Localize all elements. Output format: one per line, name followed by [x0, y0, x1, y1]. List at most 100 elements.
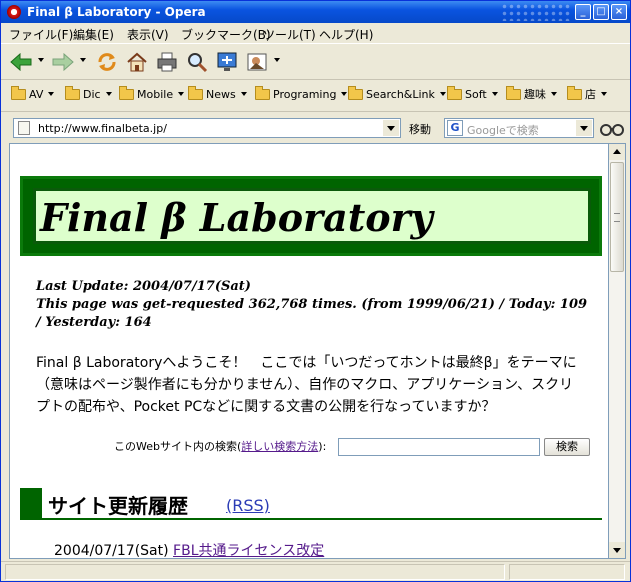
- browser-window: Final β Laboratory - Opera _ □ × ファイル(F)…: [0, 0, 631, 582]
- go-button[interactable]: 移動: [409, 121, 431, 137]
- bookmark-folder-news[interactable]: News: [188, 85, 247, 102]
- image-dropdown-icon[interactable]: [274, 58, 280, 62]
- access-counter: This page was get-requested 362,768 time…: [36, 297, 588, 330]
- back-dropdown-icon[interactable]: [38, 58, 44, 62]
- bookmark-folder-programing[interactable]: Programing: [255, 85, 348, 102]
- site-banner: Final β Laboratory: [20, 176, 602, 256]
- dropdown-icon: [601, 92, 607, 96]
- minimize-button[interactable]: _: [575, 4, 591, 20]
- dropdown-icon: [48, 92, 55, 96]
- folder-icon: [188, 85, 203, 100]
- folder-icon: [65, 85, 80, 100]
- banner-title: Final β Laboratory: [40, 195, 433, 240]
- folder-icon: [447, 85, 462, 100]
- bookmark-folder-mobile[interactable]: Mobile: [119, 85, 185, 102]
- bookmark-label: Soft: [465, 87, 487, 101]
- search-placeholder: Googleで検索: [467, 124, 539, 137]
- bookmark-folder-searchlink[interactable]: Search&Link: [348, 85, 446, 102]
- bookmark-label: Search&Link: [366, 87, 435, 101]
- menu-edit[interactable]: 編集(E): [73, 26, 114, 43]
- bookmark-label: 趣味: [524, 88, 546, 101]
- bookmark-label: 店: [585, 88, 596, 101]
- page-icon: [18, 121, 30, 135]
- bookmark-label: Programing: [273, 87, 337, 101]
- dropdown-icon: [105, 92, 112, 96]
- bookmark-label: AV: [29, 87, 44, 101]
- site-search-button[interactable]: 検索: [544, 438, 590, 456]
- reload-icon[interactable]: [95, 50, 119, 74]
- section-title: サイト更新履歴: [48, 494, 188, 518]
- title-bar: Final β Laboratory - Opera _ □ ×: [1, 1, 630, 23]
- search-engine-dropdown[interactable]: [576, 120, 592, 136]
- maximize-button[interactable]: □: [593, 4, 609, 20]
- dropdown-icon: [551, 92, 557, 96]
- intro-text: Final β Laboratoryへようこそ！ ここでは「いつだってホントは最…: [36, 355, 577, 415]
- menu-tools[interactable]: ツール(T): [263, 26, 316, 43]
- address-bar: http://www.finalbeta.jp/ 移動 G Googleで検索: [1, 111, 630, 141]
- fullscreen-icon[interactable]: [215, 50, 239, 74]
- menu-file[interactable]: ファイル(F): [9, 26, 73, 43]
- forward-dropdown-icon[interactable]: [80, 58, 86, 62]
- status-bar: [1, 561, 630, 581]
- search-help-link[interactable]: 詳しい検索方法: [241, 440, 318, 453]
- scroll-down-icon[interactable]: [609, 542, 625, 558]
- news-link[interactable]: FBL共通ライセンス改定: [173, 543, 324, 558]
- site-search-label: このWebサイト内の検索(詳しい検索方法):: [114, 438, 326, 454]
- last-update: Last Update: 2004/07/17(Sat): [36, 279, 251, 294]
- section-heading: サイト更新履歴 (RSS): [20, 488, 602, 520]
- bookmark-folder-dic[interactable]: Dic: [65, 85, 112, 102]
- folder-icon: [119, 85, 134, 100]
- vertical-scrollbar[interactable]: [609, 143, 626, 559]
- web-search-input[interactable]: G Googleで検索: [444, 118, 594, 138]
- folder-icon: [255, 85, 270, 100]
- folder-icon: [348, 85, 363, 100]
- page-viewport: Final β Laboratory Last Update: 2004/07/…: [9, 143, 609, 559]
- bookmark-folder-av[interactable]: AV: [11, 85, 55, 102]
- forward-arrow-icon[interactable]: [51, 50, 75, 74]
- update-info: Last Update: 2004/07/17(Sat) This page w…: [36, 278, 596, 332]
- menu-help[interactable]: ヘルプ(H): [319, 26, 373, 43]
- print-icon[interactable]: [155, 50, 179, 74]
- window-title: Final β Laboratory - Opera: [27, 5, 206, 19]
- back-arrow-icon[interactable]: [9, 50, 33, 74]
- status-text-cell: [5, 564, 505, 580]
- home-icon[interactable]: [125, 50, 149, 74]
- opera-logo-icon: [7, 5, 21, 19]
- menu-bookmarks[interactable]: ブックマーク(B): [181, 26, 271, 43]
- image-toggle-icon[interactable]: [245, 50, 269, 74]
- address-history-dropdown[interactable]: [383, 120, 399, 136]
- search-label-suffix: ):: [318, 440, 327, 453]
- heading-marker: [20, 488, 42, 518]
- bookmark-folder-shop[interactable]: 店: [567, 85, 607, 102]
- news-item: 2004/07/17(Sat) FBL共通ライセンス改定: [54, 540, 324, 559]
- dropdown-icon: [178, 92, 185, 96]
- folder-icon: [506, 85, 521, 100]
- status-progress-cell: [509, 564, 625, 580]
- menu-view[interactable]: 表示(V): [127, 26, 169, 43]
- glasses-icon[interactable]: [599, 122, 625, 136]
- site-search-input[interactable]: [338, 438, 540, 456]
- google-icon: G: [447, 120, 463, 136]
- dropdown-icon: [341, 92, 348, 96]
- news-date: 2004/07/17(Sat): [54, 543, 169, 559]
- dropdown-icon: [491, 92, 498, 96]
- close-button[interactable]: ×: [611, 4, 627, 20]
- bookmark-folder-soft[interactable]: Soft: [447, 85, 498, 102]
- main-toolbar: [1, 43, 630, 79]
- search-icon[interactable]: [185, 50, 209, 74]
- bookmark-label: News: [206, 87, 236, 101]
- rss-link[interactable]: (RSS): [226, 496, 270, 515]
- bookmark-label: Mobile: [137, 87, 174, 101]
- bookmark-label: Dic: [83, 87, 101, 101]
- bookmark-folder-hobby[interactable]: 趣味: [506, 85, 557, 102]
- dropdown-icon: [240, 92, 247, 96]
- scroll-thumb[interactable]: [610, 162, 624, 272]
- bookmarks-bar: AV Dic Mobile News Programing Search&Lin…: [1, 79, 630, 107]
- menu-bar: ファイル(F) 編集(E) 表示(V) ブックマーク(B) ツール(T) ヘルプ…: [1, 23, 630, 43]
- address-input[interactable]: http://www.finalbeta.jp/: [13, 118, 401, 138]
- folder-icon: [567, 85, 582, 100]
- folder-icon: [11, 85, 26, 100]
- title-decoration: [501, 3, 571, 21]
- dropdown-icon: [439, 92, 446, 96]
- scroll-up-icon[interactable]: [609, 144, 625, 160]
